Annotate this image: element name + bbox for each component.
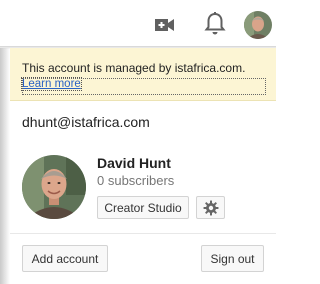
- add-account-button[interactable]: Add account: [22, 245, 108, 272]
- notifications-bell-icon[interactable]: [203, 11, 227, 37]
- profile-avatar-image: [22, 155, 86, 219]
- avatar-image: [244, 11, 272, 39]
- account-avatar-button[interactable]: [244, 11, 272, 39]
- menu-divider: [10, 233, 276, 234]
- gear-icon: [203, 200, 218, 215]
- managed-account-notice: This account is managed by istafrica.com…: [10, 48, 276, 101]
- profile-avatar: [22, 155, 86, 219]
- creator-studio-button[interactable]: Creator Studio: [97, 196, 189, 219]
- masthead: [0, 0, 276, 48]
- notice-text: This account is managed by istafrica.com…: [22, 61, 246, 75]
- sign-out-button[interactable]: Sign out: [201, 245, 264, 272]
- channel-name: David Hunt: [97, 155, 171, 171]
- panel-left-shadow: [0, 48, 10, 284]
- account-email: dhunt@istafrica.com: [22, 114, 150, 130]
- learn-more-link[interactable]: Learn more: [21, 77, 82, 91]
- subscriber-count: 0 subscribers: [97, 173, 175, 188]
- upload-video-icon[interactable]: [153, 13, 177, 37]
- settings-button[interactable]: [196, 196, 225, 219]
